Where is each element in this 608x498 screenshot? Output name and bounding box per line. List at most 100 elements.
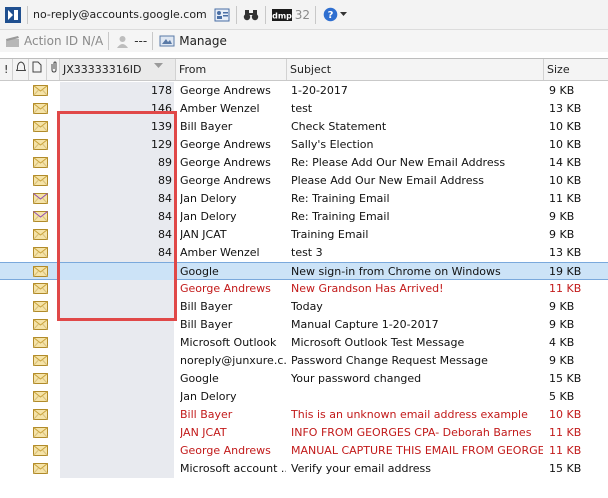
- message-row[interactable]: 84 Jan Delory Re: Training Email 9 KB: [0, 208, 608, 226]
- envelope-icon: [33, 355, 48, 366]
- col-reminder-header[interactable]: [13, 59, 29, 80]
- message-size-cell: 9 KB: [549, 84, 575, 97]
- message-subject-cell: This is an unknown email address example: [291, 408, 528, 421]
- sender-address[interactable]: no-reply@accounts.google.com: [33, 4, 207, 26]
- message-row[interactable]: 89 George Andrews Re: Please Add Our New E…: [0, 154, 608, 172]
- col-attachment-header[interactable]: [47, 59, 60, 80]
- message-list: ! JX33333316ID From Subject Size 178 Geor…: [0, 58, 608, 498]
- message-subject-cell: [291, 388, 543, 406]
- envelope-icon: [33, 445, 48, 456]
- message-id-cell: 129: [60, 136, 174, 154]
- toolbar-separator: [264, 5, 266, 24]
- envelope-icon: [33, 266, 48, 277]
- envelope-icon: [33, 103, 48, 114]
- message-row[interactable]: 139 Bill Bayer Check Statement 10 KB: [0, 118, 608, 136]
- message-row[interactable]: 146 Amber Wenzel test 13 KB: [0, 100, 608, 118]
- message-size-cell: 15 KB: [549, 462, 582, 475]
- message-from-cell: noreply@junxure.c...: [180, 354, 286, 367]
- message-subject-cell: Re: Training Email: [291, 210, 390, 223]
- message-row[interactable]: George Andrews MANUAL CAPTURE THIS EMAIL …: [0, 442, 608, 460]
- message-size-cell: 11 KB: [549, 444, 582, 457]
- message-row[interactable]: 84 Amber Wenzel test 3 13 KB: [0, 244, 608, 262]
- col-subject-header[interactable]: Subject: [287, 59, 544, 80]
- paperclip-icon: [51, 61, 57, 73]
- envelope-icon: [33, 301, 48, 312]
- message-id-cell: [60, 370, 174, 388]
- message-size-cell: 9 KB: [549, 210, 575, 223]
- col-size-header[interactable]: Size: [544, 59, 608, 80]
- message-size-cell: 9 KB: [549, 354, 575, 367]
- message-id-cell: 84: [60, 190, 174, 208]
- message-id-cell: 178: [60, 82, 174, 100]
- message-from-cell: Jan Delory: [180, 192, 237, 205]
- message-size-cell: 13 KB: [549, 102, 582, 115]
- toolbar-separator: [235, 5, 237, 24]
- envelope-icon: [33, 427, 48, 438]
- message-row[interactable]: Google New sign-in from Chrome on Windows…: [0, 262, 608, 281]
- envelope-icon: [33, 319, 48, 330]
- col-from-header[interactable]: From: [176, 59, 287, 80]
- toolbar-separator: [152, 32, 154, 50]
- message-id-cell: 139: [60, 118, 174, 136]
- message-id-cell: 84: [60, 226, 174, 244]
- col-icon-header[interactable]: [29, 59, 47, 80]
- message-row[interactable]: 178 George Andrews 1-20-2017 9 KB: [0, 82, 608, 100]
- message-row[interactable]: George Andrews New Grandson Has Arrived! 1…: [0, 280, 608, 298]
- message-row[interactable]: Bill Bayer This is an unknown email addre…: [0, 406, 608, 424]
- envelope-icon: [33, 283, 48, 294]
- message-row[interactable]: 84 JAN JCAT Training Email 9 KB: [0, 226, 608, 244]
- message-from-cell: Bill Bayer: [180, 120, 233, 133]
- svg-text:dmp: dmp: [272, 11, 292, 20]
- message-subject-cell: New Grandson Has Arrived!: [291, 282, 444, 295]
- message-id-cell: 89: [60, 154, 174, 172]
- message-id-cell: [60, 424, 174, 442]
- envelope-icon: [33, 409, 48, 420]
- message-subject-cell: Re: Please Add Our New Email Address: [291, 156, 506, 169]
- message-subject-cell: Manual Capture 1-20-2017: [291, 318, 439, 331]
- col-id-header[interactable]: JX33333316ID: [60, 59, 176, 80]
- help-icon[interactable]: ?: [321, 6, 339, 24]
- message-from-cell: George Andrews: [180, 138, 271, 151]
- message-from-cell: Jan Delory: [180, 390, 237, 403]
- message-row[interactable]: noreply@junxure.c... Password Change Requ…: [0, 352, 608, 370]
- message-row[interactable]: 89 George Andrews Please Add Our New Email…: [0, 172, 608, 190]
- message-size-cell: 11 KB: [549, 282, 582, 295]
- bell-icon: [15, 61, 27, 71]
- message-row[interactable]: 84 Jan Delory Re: Training Email 11 KB: [0, 190, 608, 208]
- message-from-cell: George Andrews: [180, 282, 271, 295]
- message-id-cell: [60, 388, 174, 406]
- manage-icon[interactable]: [158, 33, 176, 49]
- envelope-icon: [33, 157, 48, 168]
- envelope-icon: [33, 373, 48, 384]
- message-subject-cell: MANUAL CAPTURE THIS EMAIL FROM GEORGE: [291, 444, 543, 457]
- message-subject-cell: Microsoft Outlook Test Message: [291, 336, 465, 349]
- dmp-icon[interactable]: dmp: [271, 6, 293, 24]
- message-row[interactable]: Google Your password changed 15 KB: [0, 370, 608, 388]
- message-row[interactable]: Microsoft Outlook Microsoft Outlook Test …: [0, 334, 608, 352]
- message-subject-cell: Please Add Our New Email Address: [291, 174, 484, 187]
- message-row[interactable]: Microsoft account ... Verify your email a…: [0, 460, 608, 478]
- message-row[interactable]: 129 George Andrews Sally's Election 10 KB: [0, 136, 608, 154]
- message-subject-cell: New sign-in from Chrome on Windows: [291, 265, 501, 278]
- envelope-icon: [33, 85, 48, 96]
- col-importance-header[interactable]: !: [0, 59, 13, 80]
- col-id-label: JX33333316ID: [63, 63, 142, 76]
- manage-button[interactable]: Manage: [179, 30, 227, 52]
- message-from-cell: JAN JCAT: [180, 228, 227, 241]
- chevron-down-icon[interactable]: [339, 12, 347, 17]
- message-from-cell: George Andrews: [180, 84, 271, 97]
- message-size-cell: 9 KB: [549, 300, 575, 313]
- message-row[interactable]: Bill Bayer Manual Capture 1-20-2017 9 KB: [0, 316, 608, 334]
- binoculars-icon[interactable]: [242, 6, 260, 24]
- message-subject-cell: Check Statement: [291, 120, 387, 133]
- message-row[interactable]: JAN JCAT INFO FROM GEORGES CPA- Deborah B…: [0, 424, 608, 442]
- col-from-label: From: [179, 63, 207, 76]
- message-size-cell: 10 KB: [549, 120, 582, 133]
- message-row[interactable]: Jan Delory 5 KB: [0, 388, 608, 406]
- document-icon: [32, 61, 42, 73]
- message-row[interactable]: Bill Bayer Today 9 KB: [0, 298, 608, 316]
- contact-card-icon[interactable]: [213, 6, 231, 24]
- message-size-cell: 11 KB: [549, 426, 582, 439]
- envelope-icon: [33, 139, 48, 150]
- user-value: ---: [134, 34, 148, 48]
